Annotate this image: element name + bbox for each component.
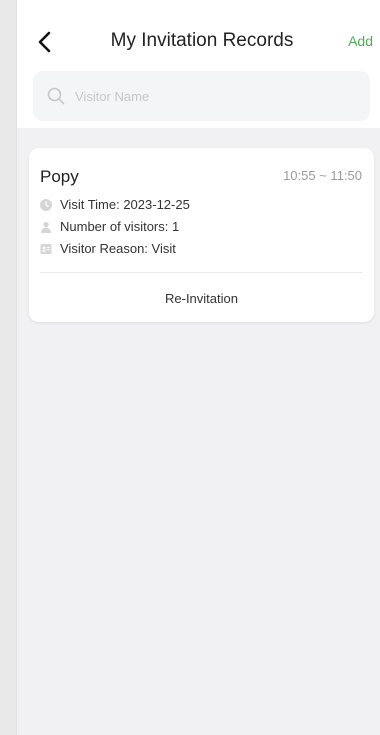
invitation-record-card[interactable]: Popy 10:55 ~ 11:50 Visit Time: 2023-12-2… [29,148,374,322]
chevron-left-icon [38,31,51,53]
visitor-reason-row: Visitor Reason: Visit [40,241,176,256]
search-input[interactable] [73,87,357,105]
visitor-reason-text: Visitor Reason: Visit [60,241,176,256]
visit-time-text: Visit Time: 2023-12-25 [60,197,190,212]
id-card-icon [40,243,52,255]
back-button[interactable] [29,25,59,59]
re-invitation-button[interactable]: Re-Invitation [29,284,374,312]
app-screen: My Invitation Records Add Popy 10:55 ~ 1… [16,0,380,735]
add-button[interactable]: Add [348,33,373,49]
visitor-count-row: Number of visitors: 1 [40,219,179,234]
visitor-name: Popy [40,167,79,186]
search-icon [47,87,65,105]
visit-time-row: Visit Time: 2023-12-25 [40,197,190,212]
clock-icon [40,198,52,211]
top-bar: My Invitation Records Add [17,0,380,128]
search-bar[interactable] [33,71,370,121]
page-title: My Invitation Records [110,30,294,51]
card-divider [40,272,363,273]
visitor-count-text: Number of visitors: 1 [60,219,180,234]
visit-time-range: 10:55 ~ 11:50 [283,168,362,183]
person-icon [40,221,52,233]
